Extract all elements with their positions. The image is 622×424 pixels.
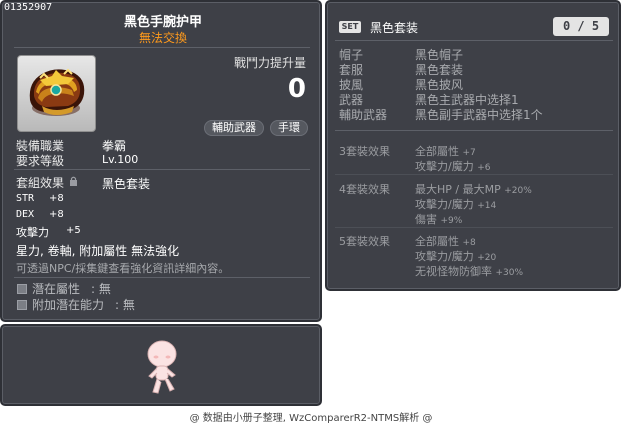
set-count: 0 / 5 (553, 17, 609, 36)
tag-subweapon: 輔助武器 (204, 120, 264, 136)
set-effect-line: 傷害 +9% (415, 213, 463, 226)
additional-potential-icon (17, 300, 27, 310)
set-effect-line: 攻擊力/魔力 +6 (415, 160, 491, 173)
additional-potential-label: 附加潛在能力 (32, 298, 105, 312)
power-value: 0 (287, 74, 306, 104)
potential-value: : 無 (91, 282, 111, 296)
additional-potential-value: : 無 (115, 298, 135, 312)
stat-atk-label: 攻擊力 (16, 226, 49, 239)
set-effect-title: 4套裝效果 (339, 183, 390, 196)
power-label: 戰鬥力提升量 (233, 56, 306, 70)
stat-dex-value: +8 (49, 209, 64, 220)
stat-str-label: STR (16, 193, 35, 204)
set-effect-line: 攻擊力/魔力 +14 (415, 198, 497, 211)
potential-icon (17, 284, 27, 294)
stat-dex-label: DEX (16, 209, 35, 220)
stat-str-value: +8 (49, 193, 64, 204)
divider (335, 130, 613, 131)
divider (14, 169, 310, 170)
set-effect-line: 全部屬性 +8 (415, 235, 476, 248)
item-tooltip: 01352907 黑色手腕护甲 無法交換 戰鬥力提升量 0 輔助武器 手環 裝備… (0, 0, 322, 322)
set-effect-value: 黑色套装 (102, 177, 151, 191)
set-effect-title: 3套裝效果 (339, 145, 390, 158)
tag-bracelet: 手環 (270, 120, 308, 136)
set-effect-line: 最大HP / 最大MP +20% (415, 183, 532, 196)
set-effect-line: 攻擊力/魔力 +20 (415, 250, 497, 263)
set-name: 黑色套装 (370, 21, 419, 35)
divider (335, 40, 613, 41)
item-icon-frame (17, 55, 96, 132)
stat-atk-value: +5 (66, 225, 81, 236)
lock-icon (70, 176, 77, 186)
set-effect-line: 无视怪物防御率 +30% (415, 265, 524, 278)
divider (335, 227, 613, 228)
set-effect-line: 全部屬性 +7 (415, 145, 476, 158)
enhance-flags: 星力, 卷軸, 附加屬性 無法強化 (16, 244, 180, 258)
item-name: 黑色手腕护甲 (123, 15, 202, 30)
trade-status: 無法交換 (138, 31, 187, 45)
set-effect-title: 5套裝效果 (339, 235, 390, 248)
set-part-name: 黑色副手武器中选择1个 (415, 108, 543, 122)
enhance-hint: 可透過NPC/採集鍵查看強化資訊詳細內容。 (16, 262, 230, 275)
bracer-icon (29, 68, 85, 116)
set-part-type: 輔助武器 (339, 108, 388, 122)
character-avatar-icon (147, 340, 177, 394)
avatar-preview (0, 324, 322, 406)
divider (14, 47, 310, 48)
footer-credit: @ 数据由小册子整理, WzComparerR2-NTMS解析 @ (189, 413, 433, 424)
divider (14, 277, 310, 278)
divider (335, 174, 613, 175)
set-effect-label: 套組效果 (16, 176, 65, 190)
potential-label: 潛在屬性 (32, 282, 81, 296)
set-badge-icon: SET (339, 21, 361, 33)
set-tooltip: SET 黑色套装 0 / 5 帽子 黑色帽子 套服 黑色套装 披風 黑色披风 武… (325, 0, 621, 291)
level-value: Lv.100 (102, 153, 139, 166)
job-value: 拳霸 (102, 139, 127, 153)
level-label: 要求等級 (16, 154, 65, 168)
